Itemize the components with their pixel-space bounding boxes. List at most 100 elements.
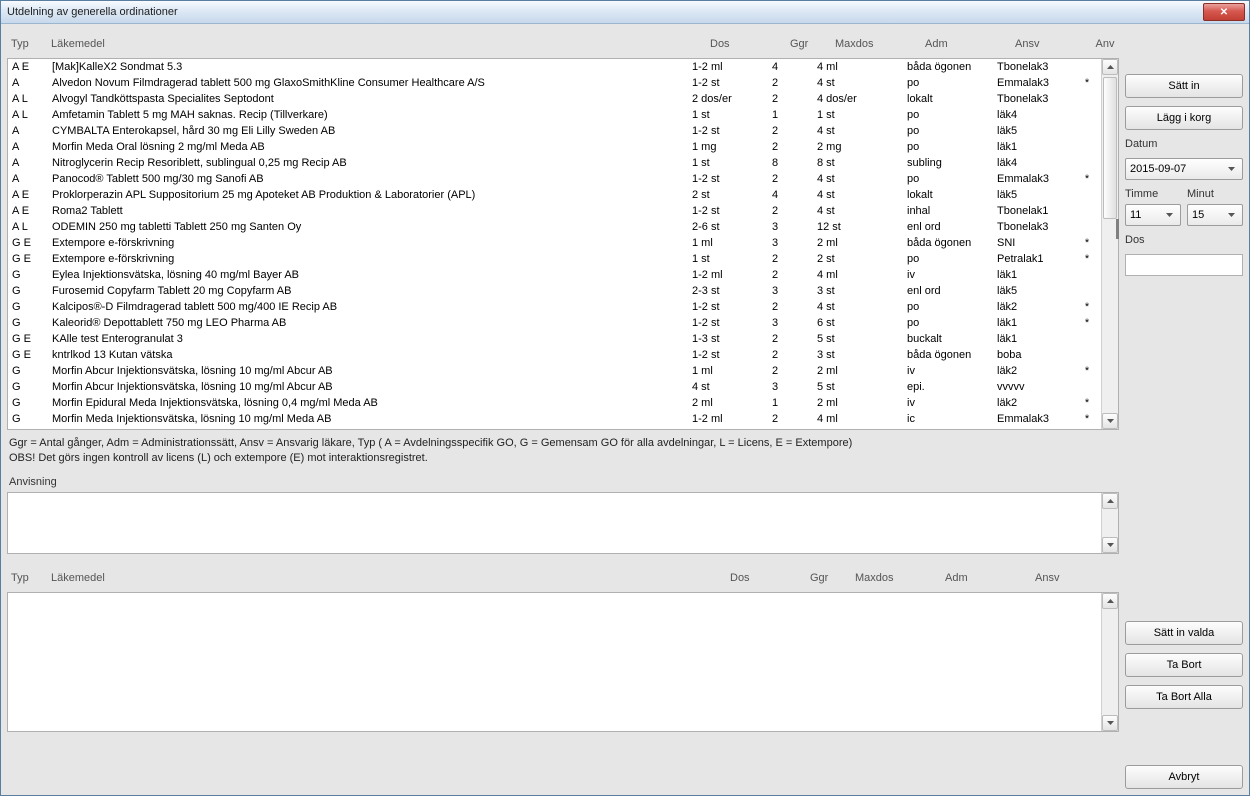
datum-select[interactable]: 2015-09-07 [1125, 158, 1243, 180]
chevron-down-icon [1162, 205, 1176, 225]
table-row[interactable]: GFurosemid Copyfarm Tablett 20 mg Copyfa… [8, 283, 1101, 299]
cell-lakemedel: Nitroglycerin Recip Resoriblett, subling… [52, 155, 692, 171]
cell-ansv: boba [997, 347, 1077, 363]
cell-anv: * [1077, 171, 1097, 187]
dos-input[interactable] [1125, 254, 1243, 276]
cell-adm: po [907, 123, 997, 139]
cell-ggr: 3 [772, 283, 817, 299]
table-row[interactable]: GMorfin Abcur Injektionsvätska, lösning … [8, 379, 1101, 395]
col-anv[interactable]: Anv [1095, 36, 1115, 52]
col2-ansv[interactable]: Ansv [1035, 570, 1115, 586]
cell-typ: G [12, 363, 52, 379]
chevron-down-icon [1107, 419, 1114, 423]
table-row[interactable]: ANitroglycerin Recip Resoriblett, sublin… [8, 155, 1101, 171]
timme-select[interactable]: 11 [1125, 204, 1181, 226]
selected-table-body-wrap [7, 592, 1119, 732]
cell-dos: 4 st [692, 379, 772, 395]
selected-table-scrollbar[interactable] [1101, 593, 1118, 731]
cell-maxdos: 4 ml [817, 59, 907, 75]
table-row[interactable]: G EExtempore e-förskrivning1 ml32 mlbåda… [8, 235, 1101, 251]
table-row[interactable]: GMorfin Epidural Meda Injektionsvätska, … [8, 395, 1101, 411]
minut-select[interactable]: 15 [1187, 204, 1243, 226]
col2-adm[interactable]: Adm [945, 570, 1035, 586]
table-row[interactable]: G EKAlle test Enterogranulat 31-3 st25 s… [8, 331, 1101, 347]
cell-lakemedel: KAlle test Enterogranulat 3 [52, 331, 692, 347]
ta-bort-alla-button[interactable]: Ta Bort Alla [1125, 685, 1243, 709]
medication-table-body[interactable]: A E[Mak]KalleX2 Sondmat 5.31-2 ml44 mlbå… [8, 59, 1101, 429]
table-row[interactable]: G Ekntrlkod 13 Kutan vätska1-2 st23 stbå… [8, 347, 1101, 363]
table-row[interactable]: ACYMBALTA Enterokapsel, hård 30 mg Eli L… [8, 123, 1101, 139]
lagg-i-korg-button[interactable]: Lägg i korg [1125, 106, 1243, 130]
scroll-down-button[interactable] [1102, 537, 1118, 553]
ta-bort-button[interactable]: Ta Bort [1125, 653, 1243, 677]
col-dos[interactable]: Dos [710, 36, 790, 52]
anvisning-textarea[interactable] [8, 493, 1101, 553]
table-row[interactable]: A LODEMIN 250 mg tabletti Tablett 250 mg… [8, 219, 1101, 235]
table-row[interactable]: GMorfin Abcur Injektionsvätska, lösning … [8, 363, 1101, 379]
cell-ansv: vvvvv [997, 379, 1077, 395]
cell-dos: 1 mg [692, 139, 772, 155]
scroll-up-button[interactable] [1102, 493, 1118, 509]
legend-text: Ggr = Antal gånger, Adm = Administration… [7, 430, 1119, 470]
table-row[interactable]: A EProklorperazin APL Suppositorium 25 m… [8, 187, 1101, 203]
cell-typ: A L [12, 219, 52, 235]
close-button[interactable]: ✕ [1203, 3, 1245, 21]
cell-adm: po [907, 251, 997, 267]
col2-ggr[interactable]: Ggr [810, 570, 855, 586]
table-row[interactable]: GKaleorid® Depottablett 750 mg LEO Pharm… [8, 315, 1101, 331]
col-lakemedel[interactable]: Läkemedel [51, 36, 710, 52]
table-row[interactable]: A ERoma2 Tablett1-2 st24 stinhalTbonelak… [8, 203, 1101, 219]
scroll-down-button[interactable] [1102, 715, 1118, 731]
scroll-up-button[interactable] [1102, 593, 1118, 609]
selected-table-header-row: Typ Läkemedel Dos Ggr Maxdos Adm Ansv [7, 564, 1119, 592]
col2-dos[interactable]: Dos [730, 570, 810, 586]
chevron-down-icon [1224, 159, 1238, 179]
table-row[interactable]: GEylea Injektionsvätska, lösning 40 mg/m… [8, 267, 1101, 283]
col2-lakemedel[interactable]: Läkemedel [51, 570, 730, 586]
satt-in-valda-button[interactable]: Sätt in valda [1125, 621, 1243, 645]
table-row[interactable]: GMorfin Meda Injektionsvätska, lösning 1… [8, 411, 1101, 427]
col-typ[interactable]: Typ [11, 36, 51, 52]
col-ansv[interactable]: Ansv [1015, 36, 1095, 52]
col2-typ[interactable]: Typ [11, 570, 51, 586]
table-row[interactable]: A LAlvogyl Tandköttspasta Specialites Se… [8, 91, 1101, 107]
table-scrollbar[interactable] [1101, 59, 1118, 429]
chevron-up-icon [1107, 599, 1114, 603]
scroll-up-button[interactable] [1102, 59, 1118, 75]
table-row[interactable]: APanocod® Tablett 500 mg/30 mg Sanofi AB… [8, 171, 1101, 187]
anvisning-scrollbar[interactable] [1101, 493, 1118, 553]
cell-dos: 1-2 st [692, 299, 772, 315]
cell-ggr: 1 [772, 107, 817, 123]
col-ggr[interactable]: Ggr [790, 36, 835, 52]
table-row[interactable]: G EExtempore e-förskrivning1 st22 stpoPe… [8, 251, 1101, 267]
legend-line-2: OBS! Det görs ingen kontroll av licens (… [9, 451, 1117, 466]
cell-anv: * [1077, 315, 1097, 331]
cell-maxdos: 4 st [817, 123, 907, 139]
cell-typ: G [12, 395, 52, 411]
selected-table-body[interactable] [8, 593, 1101, 731]
col-maxdos[interactable]: Maxdos [835, 36, 925, 52]
col-adm[interactable]: Adm [925, 36, 1015, 52]
table-row[interactable]: AAlvedon Novum Filmdragerad tablett 500 … [8, 75, 1101, 91]
title-bar: Utdelning av generella ordinationer ✕ [1, 1, 1249, 24]
table-row[interactable]: AMorfin Meda Oral lösning 2 mg/ml Meda A… [8, 139, 1101, 155]
window-title: Utdelning av generella ordinationer [7, 6, 1203, 18]
cell-typ: G E [12, 347, 52, 363]
avbryt-button[interactable]: Avbryt [1125, 765, 1243, 789]
cell-typ: G E [12, 251, 52, 267]
satt-in-button[interactable]: Sätt in [1125, 74, 1243, 98]
scrollbar-thumb[interactable] [1103, 77, 1117, 219]
table-row[interactable]: GKalcipos®-D Filmdragerad tablett 500 mg… [8, 299, 1101, 315]
scroll-down-button[interactable] [1102, 413, 1118, 429]
cell-maxdos: 2 ml [817, 363, 907, 379]
cell-adm: båda ögonen [907, 347, 997, 363]
cell-maxdos: 5 st [817, 379, 907, 395]
timme-value: 11 [1130, 209, 1162, 221]
table-row[interactable]: A LAmfetamin Tablett 5 mg MAH saknas. Re… [8, 107, 1101, 123]
table-row[interactable]: A E[Mak]KalleX2 Sondmat 5.31-2 ml44 mlbå… [8, 59, 1101, 75]
cell-maxdos: 4 st [817, 171, 907, 187]
cell-ansv: läk1 [997, 139, 1077, 155]
cell-dos: 1-2 st [692, 347, 772, 363]
cell-ggr: 2 [772, 267, 817, 283]
col2-maxdos[interactable]: Maxdos [855, 570, 945, 586]
